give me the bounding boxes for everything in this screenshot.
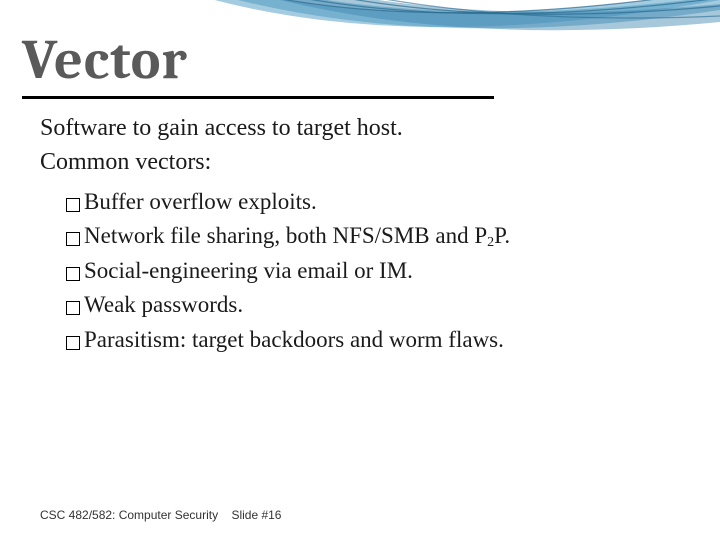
list-item: Network file sharing, both NFS/SMB and P… (66, 219, 680, 254)
square-bullet-icon (66, 267, 80, 281)
square-bullet-icon (66, 198, 80, 212)
list-item: Buffer overflow exploits. (66, 185, 680, 220)
body-content: Software to gain access to target host. … (40, 112, 680, 357)
title-underline (22, 96, 494, 99)
slide-title: Vector (22, 28, 188, 92)
bullet-text: Buffer overflow exploits. (84, 185, 317, 220)
square-bullet-icon (66, 336, 80, 350)
intro-line-2: Common vectors: (40, 146, 680, 178)
footer-slide-number: Slide #16 (231, 508, 281, 522)
list-item: Weak passwords. (66, 288, 680, 323)
square-bullet-icon (66, 232, 80, 246)
bullet-text: Network file sharing, both NFS/SMB and P… (84, 219, 510, 254)
square-bullet-icon (66, 301, 80, 315)
list-item: Social-engineering via email or IM. (66, 254, 680, 289)
bullet-text: Weak passwords. (84, 288, 243, 323)
bullet-text: Social-engineering via email or IM. (84, 254, 413, 289)
footer-course: CSC 482/582: Computer Security (40, 508, 218, 522)
bullet-text: Parasitism: target backdoors and worm fl… (84, 323, 504, 358)
slide-footer: CSC 482/582: Computer Security Slide #16 (40, 508, 281, 522)
list-item: Parasitism: target backdoors and worm fl… (66, 323, 680, 358)
intro-line-1: Software to gain access to target host. (40, 112, 680, 144)
bullet-list: Buffer overflow exploits. Network file s… (66, 185, 680, 358)
